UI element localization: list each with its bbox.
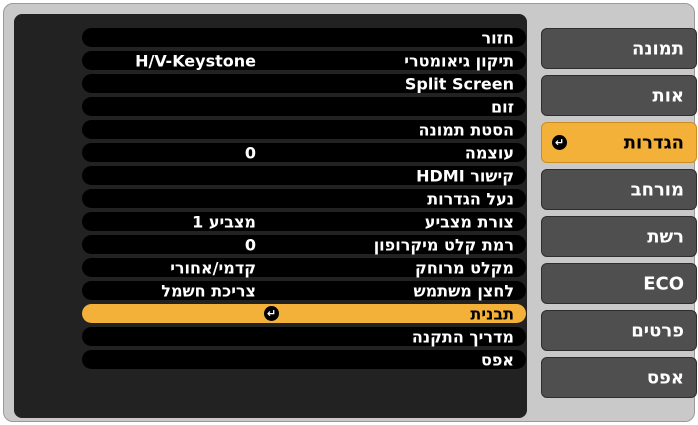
tab-reset[interactable]: אפס xyxy=(541,357,697,398)
menu-item-remote-receiver[interactable]: מקלט מרוחק קדמי/אחורי xyxy=(82,258,526,277)
menu-item-label: צורת מצביע xyxy=(424,212,514,231)
menu-item-label: קישור HDMI xyxy=(416,166,514,185)
menu-item-value: קדמי/אחורי xyxy=(170,258,256,277)
tab-label: אפס xyxy=(646,367,684,388)
menu-item-zoom[interactable]: זום xyxy=(82,97,526,116)
menu-item-label: עוצמה xyxy=(464,143,514,162)
tab-label: מורחב xyxy=(630,179,684,200)
tab-picture[interactable]: תמונה xyxy=(541,28,697,69)
menu-item-volume[interactable]: עוצמה 0 xyxy=(82,143,526,162)
menu-item-lock-settings[interactable]: נעל הגדרות xyxy=(82,189,526,208)
menu-item-hdmi-link[interactable]: קישור HDMI xyxy=(82,166,526,185)
tab-label: תמונה xyxy=(631,38,684,59)
tab-extended[interactable]: מורחב xyxy=(541,169,697,210)
menu-item-user-button[interactable]: לחצן משתמש צריכת חשמל xyxy=(82,281,526,300)
tab-signal[interactable]: אות xyxy=(541,75,697,116)
menu-item-geometry-correction[interactable]: תיקון גיאומטרי H/V-Keystone xyxy=(82,51,526,70)
menu-item-label: רמת קלט מיקרופון xyxy=(373,235,514,254)
menu-item-label: תבנית xyxy=(470,304,514,323)
tab-label: רשת xyxy=(647,226,684,247)
menu-item-mic-input-level[interactable]: רמת קלט מיקרופון 0 xyxy=(82,235,526,254)
settings-submenu-panel: חזור תיקון גיאומטרי H/V-Keystone Split S… xyxy=(14,14,527,418)
tab-label: הגדרות xyxy=(623,132,684,153)
menu-item-label: מדריך התקנה xyxy=(411,327,514,346)
projector-menu-window: חזור תיקון גיאומטרי H/V-Keystone Split S… xyxy=(3,3,697,422)
menu-item-label: נעל הגדרות xyxy=(427,189,514,208)
menu-item-label: חזור xyxy=(481,28,514,47)
menu-item-value: צריכת חשמל xyxy=(161,281,256,300)
menu-item-label: לחצן משתמש xyxy=(413,281,514,300)
tab-network[interactable]: רשת xyxy=(541,216,697,257)
menu-item-pattern[interactable]: ↵ תבנית xyxy=(82,304,526,323)
menu-item-label: תיקון גיאומטרי xyxy=(404,51,514,70)
tab-info[interactable]: פרטים xyxy=(541,310,697,351)
menu-item-back[interactable]: חזור xyxy=(82,28,526,47)
tab-label: ECO xyxy=(643,273,684,294)
tab-label: פרטים xyxy=(631,320,684,341)
menu-item-image-shift[interactable]: הסטת תמונה xyxy=(82,120,526,139)
tab-label: אות xyxy=(652,85,684,106)
menu-item-reset[interactable]: אפס xyxy=(82,350,526,369)
menu-item-pointer-shape[interactable]: צורת מצביע מצביע 1 xyxy=(82,212,526,231)
enter-icon: ↵ xyxy=(264,306,279,321)
menu-item-label: זום xyxy=(490,97,514,116)
menu-item-label: Split Screen xyxy=(404,74,514,93)
menu-item-label: הסטת תמונה xyxy=(418,120,514,139)
menu-item-value: 0 xyxy=(244,143,256,162)
menu-item-label: אפס xyxy=(480,350,514,369)
menu-item-installation-guide[interactable]: מדריך התקנה xyxy=(82,327,526,346)
menu-item-value: 0 xyxy=(244,235,256,254)
menu-item-split-screen[interactable]: Split Screen xyxy=(82,74,526,93)
tab-settings[interactable]: ↵ הגדרות xyxy=(541,122,697,163)
enter-icon: ↵ xyxy=(552,135,567,150)
menu-item-value: מצביע 1 xyxy=(192,212,256,231)
tab-eco[interactable]: ECO xyxy=(541,263,697,304)
menu-item-label: מקלט מרוחק xyxy=(415,258,514,277)
menu-item-value: H/V-Keystone xyxy=(135,51,256,70)
